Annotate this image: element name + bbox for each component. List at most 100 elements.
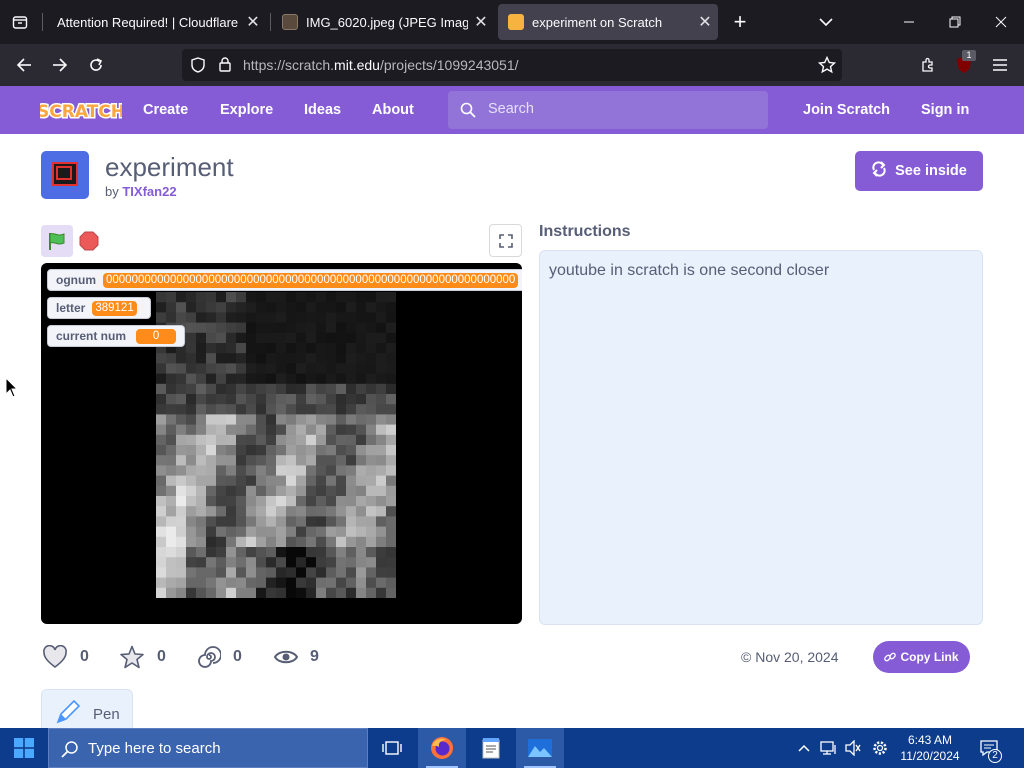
hamburger-menu-icon[interactable] (986, 51, 1014, 79)
video-pixel (276, 475, 287, 487)
tracking-shield-icon[interactable] (190, 57, 206, 78)
project-stage[interactable]: ognum 0000000000000000000000000000000000… (41, 263, 522, 624)
copyright-icon: © (741, 649, 752, 665)
video-pixel (206, 292, 217, 303)
restore-icon[interactable] (932, 0, 978, 44)
join-scratch-link[interactable]: Join Scratch (803, 86, 890, 134)
close-tab-icon[interactable]: ✕ (692, 12, 718, 32)
network-icon[interactable] (818, 728, 840, 768)
video-pixel (306, 587, 317, 598)
video-pixel (346, 363, 357, 375)
video-pixel (386, 547, 396, 558)
project-thumbnail[interactable] (41, 151, 89, 199)
video-pixel (266, 506, 277, 517)
video-pixel (356, 322, 367, 334)
video-pixel (326, 485, 337, 497)
see-inside-button[interactable]: See inside (855, 151, 983, 191)
forward-arrow-icon[interactable] (46, 51, 74, 79)
nav-about[interactable]: About (372, 86, 414, 134)
bookmark-star-icon[interactable] (817, 55, 837, 79)
photos-taskbar-icon[interactable] (516, 728, 564, 768)
notification-center-icon[interactable] (974, 728, 1004, 768)
extensions-puzzle-icon[interactable] (914, 51, 942, 79)
search-input[interactable]: Search (448, 91, 768, 129)
variable-monitor-letter[interactable]: letter 389121 (47, 297, 151, 319)
author-link[interactable]: TIXfan22 (122, 184, 176, 199)
back-arrow-icon[interactable] (10, 51, 38, 79)
video-pixel (156, 353, 167, 364)
video-pixel (236, 485, 247, 497)
settings-gear-icon[interactable] (868, 728, 892, 768)
fullscreen-button[interactable] (489, 224, 522, 257)
taskbar-clock[interactable]: 6:43 AM 11/20/2024 (892, 732, 968, 764)
copy-link-button[interactable]: Copy Link (873, 641, 970, 673)
video-pixel (356, 363, 367, 375)
video-pixel (206, 465, 217, 477)
see-inside-label: See inside (895, 163, 967, 179)
stop-button[interactable] (79, 231, 99, 251)
video-pixel (316, 465, 327, 477)
nav-create[interactable]: Create (143, 86, 188, 134)
minimize-icon[interactable] (886, 0, 932, 44)
chevron-down-icon[interactable] (814, 8, 838, 36)
video-pixel (186, 373, 197, 385)
video-pixel (286, 465, 297, 477)
video-pixel (276, 445, 287, 456)
video-pixel (236, 434, 247, 446)
video-pixel (376, 434, 387, 446)
video-pixel (366, 506, 377, 517)
tab-scratch-experiment[interactable]: experiment on Scratch ✕ (498, 4, 718, 40)
new-tab-plus-icon[interactable]: + (728, 6, 752, 38)
firefox-taskbar-icon[interactable] (418, 728, 466, 768)
video-pixel (216, 577, 227, 589)
love-count: 0 (80, 648, 89, 665)
favorite-stat[interactable]: 0 (119, 645, 166, 669)
video-pixel (326, 567, 337, 579)
tab-list-icon[interactable] (0, 0, 40, 44)
lock-icon[interactable] (218, 56, 232, 77)
video-pixel (156, 465, 167, 477)
video-pixel (336, 322, 347, 334)
volume-icon[interactable] (842, 728, 864, 768)
video-pixel (296, 363, 307, 375)
video-pixel (256, 496, 267, 507)
windows-start-icon[interactable] (0, 728, 48, 768)
video-pixel (386, 587, 396, 598)
reload-icon[interactable] (82, 51, 110, 79)
url-prefix: https://scratch. (243, 57, 335, 73)
video-pixel (206, 404, 217, 415)
green-flag-button[interactable] (41, 225, 73, 257)
nav-ideas[interactable]: Ideas (304, 86, 341, 134)
video-pixel (246, 587, 257, 598)
video-pixel (356, 516, 367, 528)
video-pixel (356, 445, 367, 456)
close-window-icon[interactable] (978, 0, 1024, 44)
chevron-up-icon[interactable] (794, 728, 814, 768)
video-pixel (276, 587, 287, 598)
video-pixel (176, 404, 187, 415)
nav-explore[interactable]: Explore (220, 86, 273, 134)
variable-monitor-ognum[interactable]: ognum 0000000000000000000000000000000000… (47, 269, 522, 291)
scratch-logo[interactable]: SCRATCH (36, 96, 127, 124)
variable-monitor-current-num[interactable]: current num 0 (47, 325, 185, 347)
video-pixel (386, 465, 396, 477)
video-pixel (316, 332, 327, 344)
address-bar[interactable]: https://scratch.mit.edu/projects/1099243… (182, 49, 842, 81)
close-tab-icon[interactable]: ✕ (240, 12, 266, 32)
video-pixel (256, 547, 267, 558)
sign-in-link[interactable]: Sign in (921, 86, 969, 134)
video-pixel (276, 536, 287, 548)
copy-link-label: Copy Link (900, 650, 959, 664)
tab-cloudflare[interactable]: Attention Required! | Cloudflare ✕ (44, 4, 266, 40)
notepad-taskbar-icon[interactable] (467, 728, 515, 768)
love-stat[interactable]: 0 (42, 645, 89, 669)
video-pixel (366, 312, 377, 324)
video-pixel (376, 557, 387, 568)
taskbar-search-box[interactable]: Type here to search (48, 728, 368, 768)
video-pixel (356, 353, 367, 364)
video-pixel (196, 414, 207, 426)
close-tab-icon[interactable]: ✕ (468, 12, 494, 32)
task-view-icon[interactable] (368, 728, 416, 768)
video-pixel (176, 302, 187, 313)
tab-jpeg-image[interactable]: IMG_6020.jpeg (JPEG Image, 45 ✕ (272, 4, 494, 40)
